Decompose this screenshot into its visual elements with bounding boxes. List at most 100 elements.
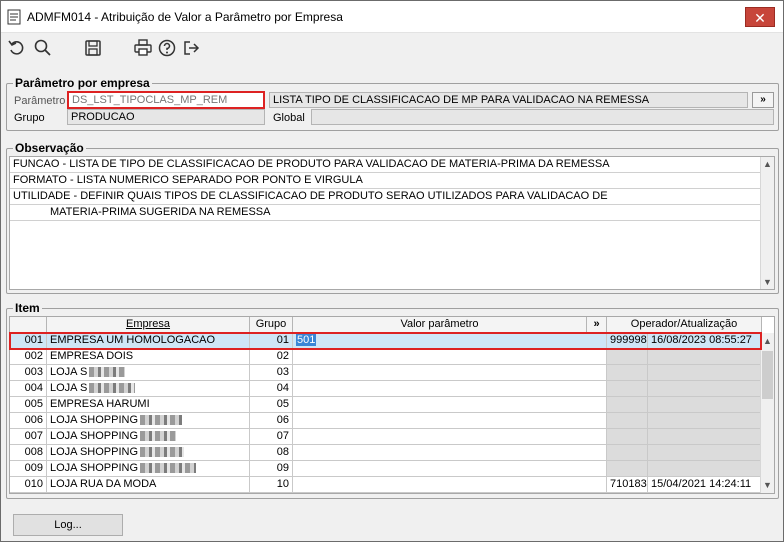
row-empresa-text: LOJA S <box>50 382 88 394</box>
row-operador <box>607 381 648 397</box>
row-valor-input[interactable] <box>293 477 607 493</box>
row-code: 005 <box>10 397 47 413</box>
row-valor-input[interactable] <box>293 397 607 413</box>
row-empresa-text: LOJA SHOPPING <box>50 430 139 442</box>
row-atualizacao <box>648 381 762 397</box>
parametro-more-button[interactable]: » <box>752 92 774 108</box>
close-button[interactable]: ✕ <box>745 7 775 27</box>
table-row[interactable]: 002 EMPRESA DOIS 02 <box>10 349 762 365</box>
row-grupo-text: 01 <box>276 334 289 346</box>
document-icon <box>7 9 21 25</box>
header-grupo[interactable]: Grupo <box>250 317 293 333</box>
row-code: 008 <box>10 445 47 461</box>
row-grupo-text: 10 <box>276 478 289 490</box>
exit-icon[interactable] <box>181 38 201 58</box>
row-grupo-text: 07 <box>276 430 289 442</box>
scroll-down-icon[interactable]: ▼ <box>763 277 772 287</box>
row-valor-input[interactable] <box>293 461 607 477</box>
header-more-button[interactable]: » <box>587 317 607 333</box>
log-button[interactable]: Log... <box>13 514 123 536</box>
row-valor-input-text: 501 <box>296 334 317 346</box>
row-grupo-text: 05 <box>276 398 289 410</box>
row-code-text: 008 <box>24 446 43 458</box>
row-grupo-text: 09 <box>276 462 289 474</box>
table-row[interactable]: 010 LOJA RUA DA MODA 10 710183 15/04/2021 14… <box>10 477 762 493</box>
global-value <box>311 109 774 125</box>
parametro-code-input[interactable]: DS_LST_TIPOCLAS_MP_REM <box>67 91 265 109</box>
row-operador-text: 999998 <box>610 334 647 346</box>
row-code-text: 001 <box>24 334 43 346</box>
row-grupo: 09 <box>250 461 293 477</box>
observacao-line: FORMATO - LISTA NUMERICO SEPARADO POR PO… <box>10 173 761 189</box>
row-grupo: 04 <box>250 381 293 397</box>
save-icon[interactable] <box>83 38 103 58</box>
undo-icon[interactable] <box>7 38 27 58</box>
scroll-thumb[interactable] <box>762 351 773 399</box>
scroll-up-icon[interactable]: ▲ <box>763 336 772 346</box>
row-empresa: EMPRESA UM HOMOLOGACAO <box>47 333 250 349</box>
row-valor-input[interactable] <box>293 429 607 445</box>
row-empresa-text: LOJA RUA DA MODA <box>50 478 157 490</box>
row-operador <box>607 349 648 365</box>
row-code: 004 <box>10 381 47 397</box>
print-icon[interactable] <box>133 38 153 58</box>
parametro-description: LISTA TIPO DE CLASSIFICACAO DE MP PARA V… <box>269 92 748 108</box>
row-grupo-text: 03 <box>276 366 289 378</box>
row-grupo: 10 <box>250 477 293 493</box>
row-valor-input[interactable] <box>293 445 607 461</box>
item-group-title: Item <box>13 301 42 315</box>
table-row[interactable]: 008 LOJA SHOPPING 08 <box>10 445 762 461</box>
row-operador: 710183 <box>607 477 648 493</box>
row-atualizacao-text: 16/08/2023 08:55:27 <box>651 334 752 346</box>
header-empresa[interactable]: Empresa <box>47 317 250 333</box>
row-atualizacao <box>648 445 762 461</box>
row-valor-input[interactable] <box>293 381 607 397</box>
observacao-textarea[interactable]: FUNCAO - LISTA DE TIPO DE CLASSIFICACAO … <box>9 156 775 290</box>
scroll-up-icon[interactable]: ▲ <box>763 159 772 169</box>
row-empresa-text: EMPRESA UM HOMOLOGACAO <box>50 334 216 346</box>
table-row[interactable]: 007 LOJA SHOPPING 07 <box>10 429 762 445</box>
header-valor[interactable]: Valor parâmetro <box>293 317 587 333</box>
search-icon[interactable] <box>33 38 53 58</box>
table-row[interactable]: 003 LOJA S 03 <box>10 365 762 381</box>
scroll-down-icon[interactable]: ▼ <box>763 480 772 490</box>
row-grupo: 05 <box>250 397 293 413</box>
row-grupo: 08 <box>250 445 293 461</box>
row-empresa-text: LOJA SHOPPING <box>50 462 139 474</box>
row-code-text: 003 <box>24 366 43 378</box>
help-icon[interactable] <box>157 38 177 58</box>
observacao-scrollbar[interactable]: ▲ ▼ <box>760 157 774 289</box>
item-grid: Empresa Grupo Valor parâmetro » Operador… <box>9 316 775 494</box>
row-grupo: 02 <box>250 349 293 365</box>
row-empresa-text: LOJA S <box>50 366 88 378</box>
table-row[interactable]: 001 EMPRESA UM HOMOLOGACAO 01 501 999998 16/0… <box>10 333 762 349</box>
row-code: 006 <box>10 413 47 429</box>
row-operador <box>607 365 648 381</box>
table-row[interactable]: 005 EMPRESA HARUMI 05 <box>10 397 762 413</box>
row-empresa: LOJA SHOPPING <box>47 429 250 445</box>
row-valor-input[interactable] <box>293 413 607 429</box>
redacted-text <box>89 367 126 378</box>
row-code-text: 007 <box>24 430 43 442</box>
row-valor-input[interactable]: 501 <box>293 333 607 349</box>
row-code: 010 <box>10 477 47 493</box>
row-code-text: 009 <box>24 462 43 474</box>
row-atualizacao <box>648 429 762 445</box>
header-operador[interactable]: Operador/Atualização <box>607 317 762 333</box>
row-grupo: 03 <box>250 365 293 381</box>
row-empresa-text: EMPRESA HARUMI <box>50 398 150 410</box>
grupo-label: Grupo <box>14 112 45 124</box>
row-atualizacao <box>648 349 762 365</box>
row-grupo-text: 06 <box>276 414 289 426</box>
row-valor-input[interactable] <box>293 349 607 365</box>
table-row[interactable]: 009 LOJA SHOPPING 09 <box>10 461 762 477</box>
row-code-text: 010 <box>24 478 43 490</box>
redacted-text <box>140 431 177 442</box>
table-row[interactable]: 006 LOJA SHOPPING 06 <box>10 413 762 429</box>
main-window: ADMFM014 - Atribuição de Valor a Parâmet… <box>0 0 784 542</box>
row-operador <box>607 397 648 413</box>
table-row[interactable]: 004 LOJA S 04 <box>10 381 762 397</box>
redacted-text <box>140 447 185 458</box>
row-valor-input[interactable] <box>293 365 607 381</box>
item-scrollbar[interactable]: ▲ ▼ <box>760 333 774 493</box>
